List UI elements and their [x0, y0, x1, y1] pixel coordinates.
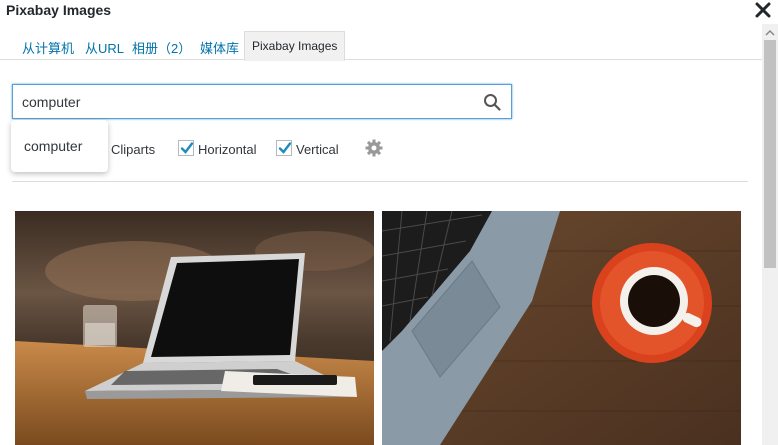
tab-from-url[interactable]: 从URL [85, 38, 124, 57]
media-tabs: 从计算机 从URL 相册（2） 媒体库 Pixabay Images [0, 24, 778, 61]
tab-gallery[interactable]: 相册（2） [132, 38, 191, 57]
checkmark-icon [278, 142, 292, 154]
cliparts-label[interactable]: Cliparts [111, 142, 155, 157]
vertical-checkbox[interactable] [276, 140, 292, 156]
close-icon[interactable] [754, 1, 772, 19]
result-image-laptop-coffee[interactable] [382, 211, 741, 445]
suggestion-item[interactable]: computer [24, 138, 82, 154]
search-box [12, 84, 512, 119]
filter-row: Cliparts Horizontal Vertical [0, 136, 760, 162]
result-image-laptop-table[interactable] [15, 211, 374, 445]
search-suggestions: computer [11, 120, 108, 172]
scroll-up-arrow-icon[interactable] [764, 28, 776, 38]
tab-from-computer[interactable]: 从计算机 [22, 38, 74, 57]
laptop-with-coffee-cup-photo [382, 211, 741, 445]
checkmark-icon [180, 142, 194, 154]
search-input[interactable] [13, 85, 473, 118]
horizontal-checkbox[interactable] [178, 140, 194, 156]
tab-pixabay-images[interactable]: Pixabay Images [244, 31, 346, 61]
gear-icon[interactable] [364, 138, 384, 158]
scrollbar-thumb[interactable] [764, 40, 776, 268]
search-icon[interactable] [483, 93, 501, 111]
horizontal-label[interactable]: Horizontal [198, 142, 257, 157]
tab-media-library[interactable]: 媒体库 [200, 38, 239, 57]
dialog-title: Pixabay Images [6, 2, 112, 18]
laptop-on-wooden-table-photo [15, 211, 374, 445]
vertical-label[interactable]: Vertical [296, 142, 339, 157]
divider [12, 181, 748, 182]
dialog-titlebar: Pixabay Images [0, 0, 778, 24]
